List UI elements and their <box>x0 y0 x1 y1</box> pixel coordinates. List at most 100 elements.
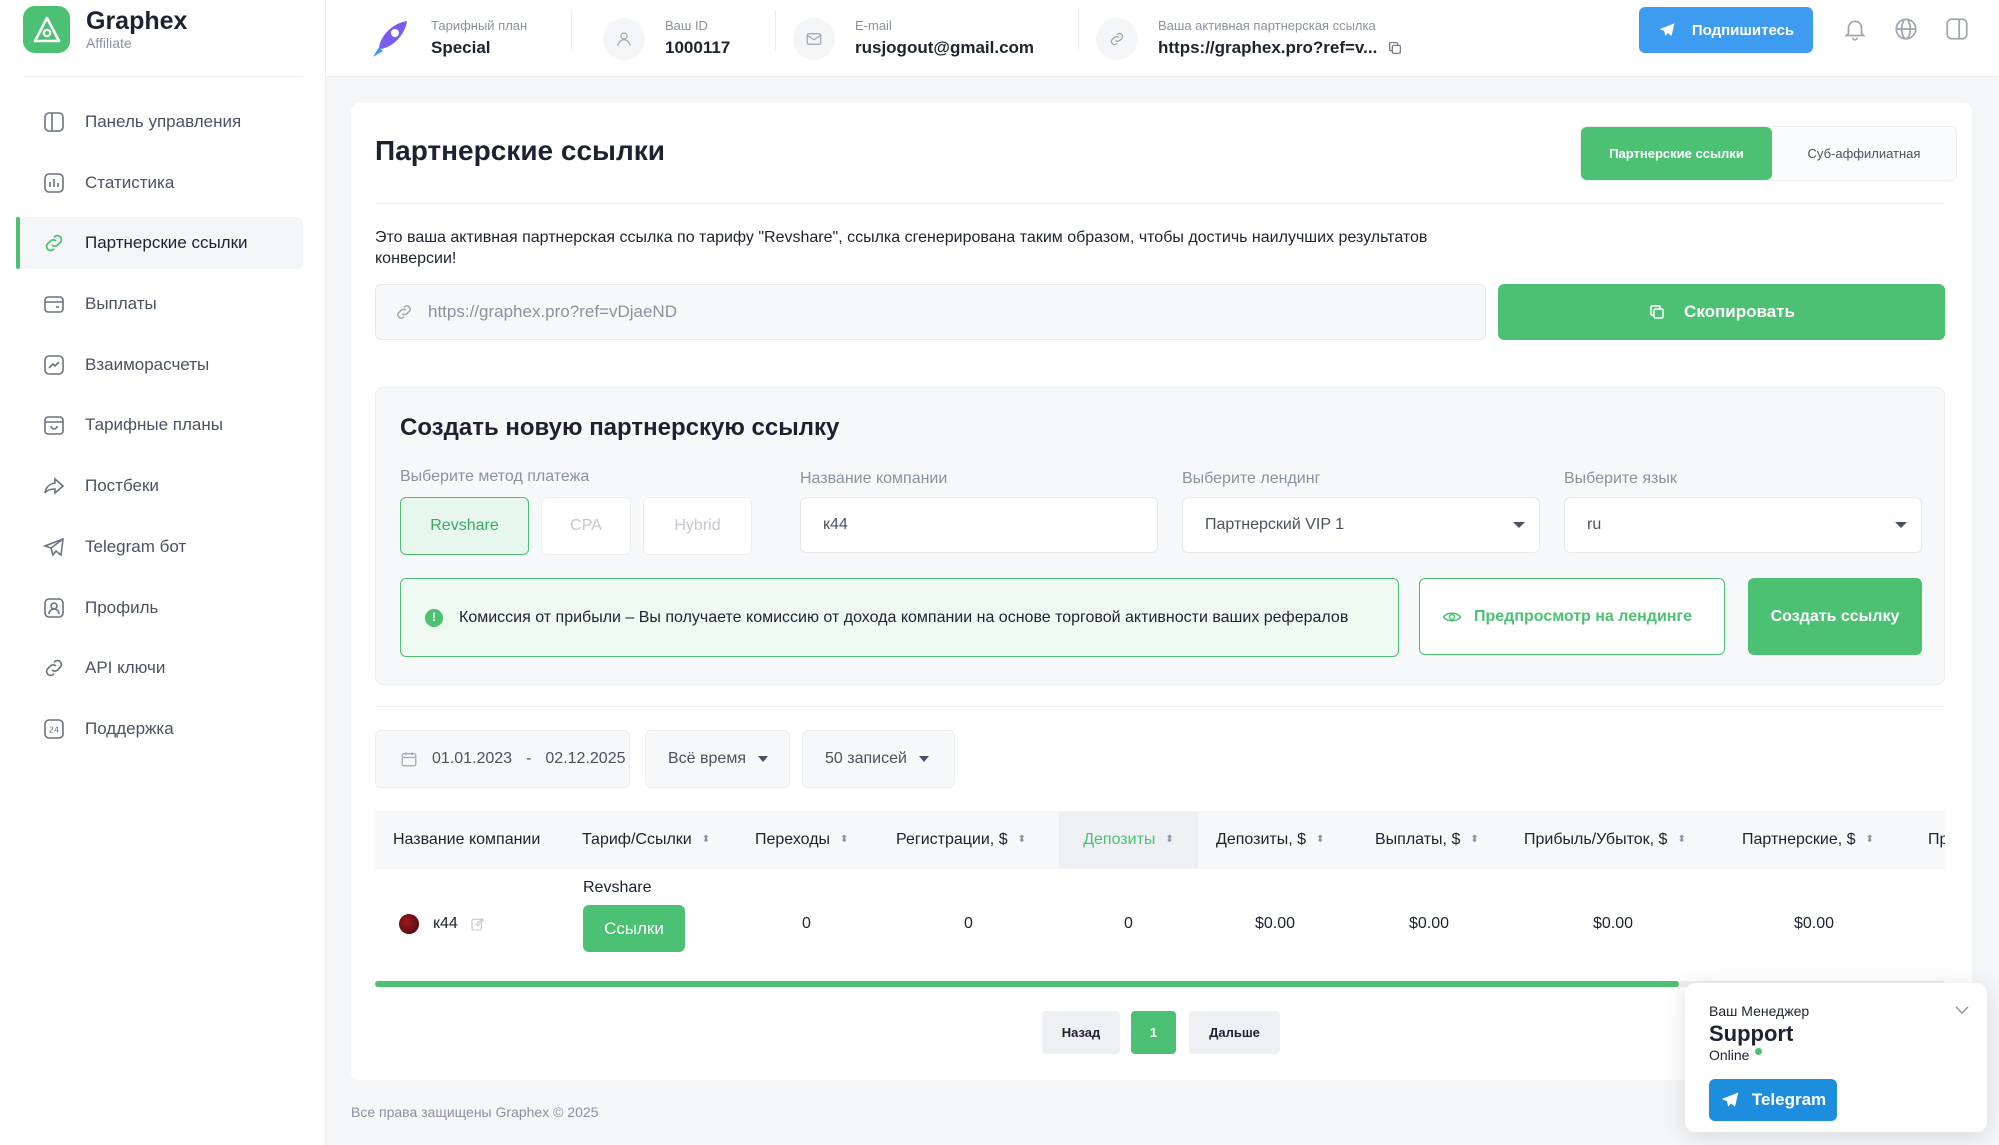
manager-telegram-button[interactable]: Telegram <box>1709 1079 1837 1121</box>
col-registrations[interactable]: Регистрации, $ ⬍ <box>896 811 1026 869</box>
create-link-button[interactable]: Создать ссылку <box>1748 578 1922 655</box>
date-separator: - <box>526 750 532 767</box>
copy-icon[interactable] <box>1387 40 1403 56</box>
cell-profit-usd: $0.00 <box>1593 915 1634 932</box>
box-icon <box>44 416 64 436</box>
commission-info-text: Комиссия от прибыли – Вы получаете комис… <box>459 609 1349 626</box>
email-block: E-mail rusjogout@gmail.com <box>793 0 1034 77</box>
sidebar-item-statistics[interactable]: Статистика <box>16 157 303 209</box>
company-name-label: Название компании <box>800 470 948 487</box>
cell-deposits: 0 <box>1124 915 1133 932</box>
active-link-value: https://graphex.pro?ref=v... <box>1158 37 1378 57</box>
copy-link-button[interactable]: Скопировать <box>1498 284 1945 340</box>
method-hybrid-button[interactable]: Hybrid <box>643 497 752 555</box>
per-page-select[interactable]: 50 записей <box>802 730 955 788</box>
sidebar-item-payouts[interactable]: Выплаты <box>16 278 303 330</box>
sort-icon: ⬍ <box>1865 834 1874 845</box>
dashboard-icon <box>44 112 64 132</box>
sort-icon: ⬍ <box>1165 834 1174 845</box>
mail-icon <box>793 17 835 60</box>
pagination-prev-button[interactable]: Назад <box>1042 1011 1120 1054</box>
sidebar-item-postbacks[interactable]: Постбеки <box>16 460 303 512</box>
scrollbar-thumb[interactable] <box>375 981 1679 987</box>
plan-name: Revshare <box>583 879 652 896</box>
tab-partner-links[interactable]: Партнерские ссылки <box>1581 127 1772 180</box>
pagination-page-1[interactable]: 1 <box>1131 1011 1176 1054</box>
link-icon <box>1096 17 1138 60</box>
sidebar-item-label: Тарифные планы <box>85 415 223 435</box>
topbar-separator <box>1078 10 1079 50</box>
col-deposits-usd[interactable]: Депозиты, $ ⬍ <box>1216 811 1324 869</box>
sidebar-item-settlements[interactable]: Взаиморасчеты <box>16 339 303 391</box>
chevron-down-icon <box>757 756 768 762</box>
user-icon <box>603 17 645 60</box>
period-select[interactable]: Всё время <box>645 730 790 788</box>
sort-icon: ⬍ <box>1470 834 1479 845</box>
col-partner-usd[interactable]: Партнерские, $ ⬍ <box>1742 811 1874 869</box>
chevron-down-icon <box>1895 522 1907 528</box>
tab-sub-affiliate[interactable]: Суб-аффилиатная <box>1772 127 1956 180</box>
sidebar-item-profile[interactable]: Профиль <box>16 582 303 634</box>
sidebar-item-api-keys[interactable]: API ключи <box>16 642 303 694</box>
copy-link-label: Скопировать <box>1684 302 1795 321</box>
links-button[interactable]: Ссылки <box>583 905 685 952</box>
company-name-input[interactable]: к44 <box>800 497 1158 553</box>
chevron-down-icon[interactable] <box>1953 1001 1971 1019</box>
user-icon <box>44 597 64 618</box>
brand-subtitle: Affiliate <box>86 35 132 51</box>
preview-landing-button[interactable]: Предпросмотр на лендинге <box>1419 578 1725 655</box>
table-header: Название компании Тариф/Ссылки ⬍ Переходы… <box>375 811 1945 869</box>
active-link-text: https://graphex.pro?ref=vDjaeND <box>428 302 677 321</box>
col-plan[interactable]: Тариф/Ссылки ⬍ <box>582 811 710 869</box>
method-cpa-button[interactable]: CPA <box>541 497 631 555</box>
language-value: ru <box>1587 516 1602 533</box>
landing-label: Выберите лендинг <box>1182 470 1321 487</box>
sidebar-divider <box>23 76 303 77</box>
col-truncated[interactable]: Пр <box>1928 811 1945 869</box>
sidebar-item-dashboard[interactable]: Панель управления <box>16 96 303 148</box>
col-payouts-usd[interactable]: Выплаты, $ ⬍ <box>1375 811 1479 869</box>
manager-telegram-label: Telegram <box>1751 1090 1827 1109</box>
layout-toggle-icon[interactable] <box>1944 16 1970 42</box>
wallet-icon <box>44 296 64 313</box>
date-range-picker[interactable]: 01.01.2023 - 02.12.2025 <box>375 730 630 788</box>
sidebar-item-label: Партнерские ссылки <box>85 233 248 253</box>
online-dot <box>1755 1048 1762 1055</box>
sidebar-item-label: Статистика <box>85 172 175 192</box>
period-value: Всё время <box>668 750 746 767</box>
pagination-next-button[interactable]: Дальше <box>1189 1011 1280 1054</box>
language-label: Выберите язык <box>1564 470 1677 487</box>
col-deposits[interactable]: Депозиты ⬍ <box>1059 811 1198 869</box>
col-clicks[interactable]: Переходы ⬍ <box>755 811 848 869</box>
sidebar-item-label: API ключи <box>85 658 166 678</box>
per-page-value: 50 записей <box>825 750 907 767</box>
bell-icon[interactable] <box>1842 16 1868 42</box>
brand-name: Graphex <box>86 7 188 35</box>
sidebar-item-partner-links[interactable]: Партнерские ссылки <box>16 217 303 270</box>
sidebar-item-support[interactable]: 24 Поддержка <box>16 703 303 755</box>
edit-icon[interactable] <box>470 916 486 932</box>
calendar-icon <box>401 752 417 767</box>
method-revshare-button[interactable]: Revshare <box>400 497 529 555</box>
active-link-field[interactable]: https://graphex.pro?ref=vDjaeND <box>375 284 1486 340</box>
subscribe-button[interactable]: Подпишитесь <box>1639 7 1813 53</box>
active-link-block: Ваша активная партнерская ссылка https:/… <box>1096 0 1403 77</box>
sidebar-item-telegram-bot[interactable]: Telegram бот <box>16 521 303 573</box>
chevron-down-icon <box>918 756 929 762</box>
key-link-icon <box>45 660 63 677</box>
col-plan-label: Тариф/Ссылки <box>582 831 692 848</box>
topbar-separator <box>571 10 572 50</box>
svg-text:24: 24 <box>49 725 59 734</box>
email-label: E-mail <box>855 17 892 33</box>
manager-widget: Ваш Менеджер Support Online Telegram <box>1685 983 1987 1132</box>
topbar: Тарифный план Special Ваш ID 1000117 E-m… <box>326 0 1999 77</box>
date-to: 02.12.2025 <box>545 750 626 767</box>
globe-icon[interactable] <box>1893 16 1919 42</box>
col-profit-usd[interactable]: Прибыль/Убыток, $ ⬍ <box>1524 811 1686 869</box>
col-profit-usd-label: Прибыль/Убыток, $ <box>1524 831 1668 848</box>
language-select[interactable]: ru <box>1564 497 1922 553</box>
col-company[interactable]: Название компании <box>393 811 540 869</box>
brand-logo[interactable]: Graphex Affiliate <box>23 6 187 53</box>
sidebar-item-tariff-plans[interactable]: Тарифные планы <box>16 399 303 451</box>
landing-select[interactable]: Партнерский VIP 1 <box>1182 497 1540 553</box>
